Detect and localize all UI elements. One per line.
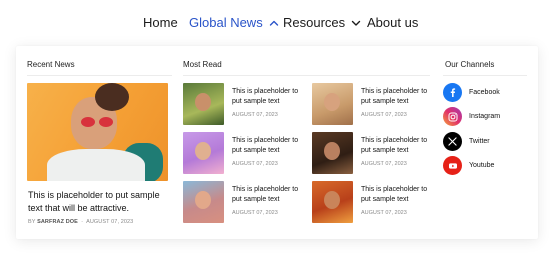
- channel-twitter-label[interactable]: Twitter: [469, 137, 490, 147]
- nav-item-about-us[interactable]: About us: [367, 14, 418, 32]
- most-read-headline[interactable]: This is placeholder to put sample text: [361, 87, 433, 107]
- most-read-date: AUGUST 07, 2023: [361, 161, 407, 167]
- nav-item-resources[interactable]: Resources: [283, 14, 362, 32]
- most-read-headline[interactable]: This is placeholder to put sample text: [361, 185, 433, 205]
- divider: [443, 75, 527, 76]
- most-read-thumbnail[interactable]: [312, 132, 353, 174]
- recent-news-image[interactable]: [27, 83, 168, 181]
- most-read-headline[interactable]: This is placeholder to put sample text: [232, 136, 304, 156]
- post-date: AUGUST 07, 2023: [86, 219, 134, 225]
- nav-item-label: Global News: [189, 15, 263, 30]
- most-read-headline[interactable]: This is placeholder to put sample text: [232, 87, 304, 107]
- x-twitter-icon[interactable]: [443, 132, 462, 151]
- global-news-dropdown-panel: Recent News This is placeholder to put s…: [16, 46, 538, 239]
- chevron-up-icon: [268, 17, 280, 29]
- nav-item-global-news[interactable]: Global News: [189, 14, 280, 32]
- recent-news-meta: BY SARFRAZ DOE - AUGUST 07, 2023: [28, 219, 133, 226]
- nav-item-label: Resources: [283, 15, 346, 30]
- top-navigation: Home Global News Resources About us: [0, 14, 555, 34]
- most-read-date: AUGUST 07, 2023: [232, 112, 278, 118]
- chevron-down-icon: [350, 17, 362, 29]
- most-read-thumbnail[interactable]: [183, 181, 224, 223]
- most-read-date: AUGUST 07, 2023: [232, 161, 278, 167]
- facebook-icon[interactable]: [443, 83, 462, 102]
- channel-instagram-label[interactable]: Instagram: [469, 112, 500, 122]
- instagram-icon[interactable]: [443, 107, 462, 126]
- most-read-thumbnail[interactable]: [183, 83, 224, 125]
- divider: [183, 75, 430, 76]
- nav-item-label: Home: [143, 15, 178, 30]
- most-read-thumbnail[interactable]: [312, 83, 353, 125]
- channel-facebook-label[interactable]: Facebook: [469, 88, 500, 98]
- most-read-thumbnail[interactable]: [183, 132, 224, 174]
- most-read-date: AUGUST 07, 2023: [361, 112, 407, 118]
- most-read-headline[interactable]: This is placeholder to put sample text: [361, 136, 433, 156]
- recent-news-title: Recent News: [27, 60, 75, 69]
- channel-youtube-label[interactable]: Youtube: [469, 161, 494, 171]
- author-prefix: BY: [28, 219, 36, 225]
- recent-news-headline[interactable]: This is placeholder to put sample text t…: [28, 189, 173, 215]
- most-read-thumbnail[interactable]: [312, 181, 353, 223]
- most-read-title: Most Read: [183, 60, 222, 69]
- meta-separator: -: [81, 219, 84, 225]
- divider: [27, 75, 172, 76]
- our-channels-title: Our Channels: [445, 60, 495, 69]
- most-read-headline[interactable]: This is placeholder to put sample text: [232, 185, 304, 205]
- nav-item-label: About us: [367, 15, 419, 30]
- nav-item-home[interactable]: Home: [143, 14, 178, 32]
- author-name[interactable]: SARFRAZ DOE: [37, 219, 78, 225]
- most-read-date: AUGUST 07, 2023: [361, 210, 407, 216]
- youtube-icon[interactable]: [443, 156, 462, 175]
- most-read-date: AUGUST 07, 2023: [232, 210, 278, 216]
